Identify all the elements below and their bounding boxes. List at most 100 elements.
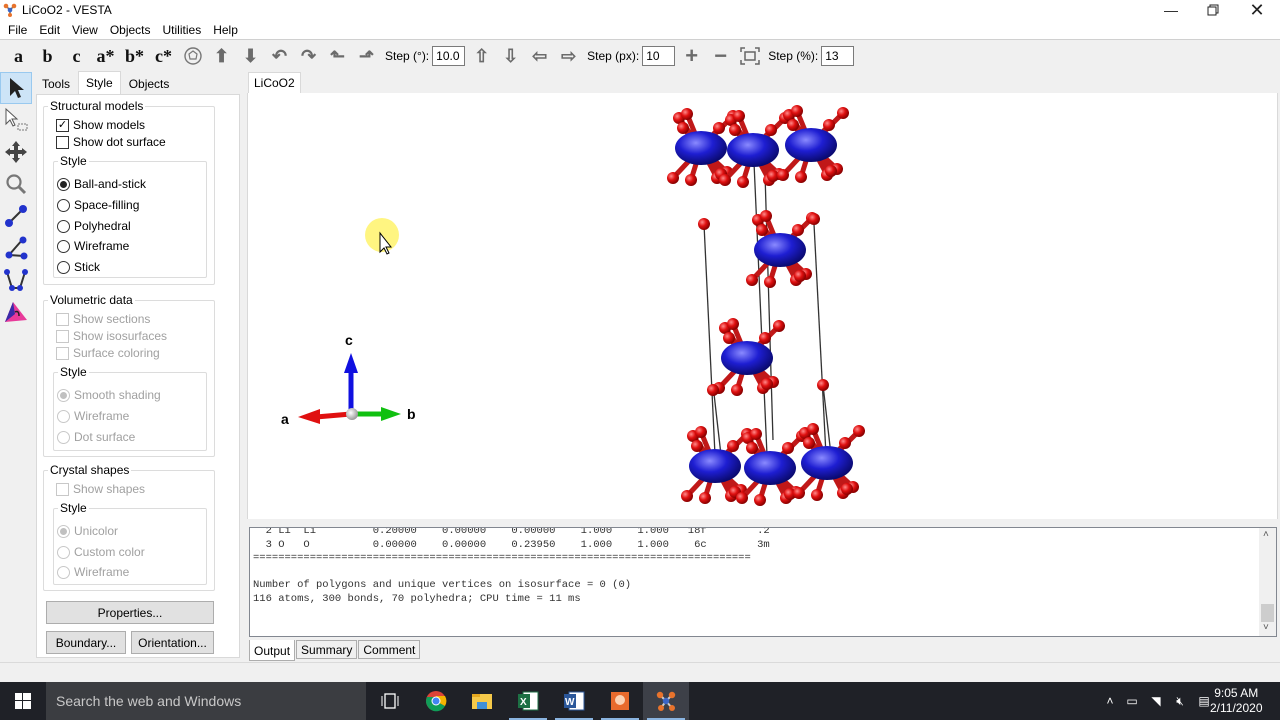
bond-length-icon (5, 205, 27, 227)
step-deg-input[interactable] (432, 46, 466, 66)
checkbox-checked[interactable]: ✓ (56, 118, 69, 132)
properties-button[interactable]: Properties... (46, 601, 214, 624)
show-models-checkbox[interactable]: ✓ Show models (56, 118, 145, 132)
menu-file[interactable]: File (2, 23, 33, 37)
rotate-up-button[interactable]: ⬆ (207, 44, 236, 68)
checkbox-unchecked[interactable] (56, 135, 69, 149)
select-region-tool-button[interactable] (0, 104, 32, 136)
radio-custom-color[interactable]: Custom color (57, 545, 145, 559)
taskbar-search-box[interactable]: Search the web and Windows (46, 682, 366, 720)
boundary-button[interactable]: Boundary... (46, 631, 126, 654)
output-scrollbar[interactable]: ˄ ˅ (1259, 528, 1276, 636)
show-isosurfaces-checkbox[interactable]: Show isosurfaces (56, 329, 167, 343)
tab-style[interactable]: Style (78, 71, 121, 94)
oxygen-atom (727, 318, 739, 330)
view-along-a-star-button[interactable]: a* (91, 46, 120, 67)
zoom-in-button[interactable]: + (677, 43, 706, 68)
lattice-plane-tool-button[interactable] (0, 296, 32, 328)
radio-polyhedral[interactable]: Polyhedral (57, 219, 131, 233)
radio-space-filling[interactable]: Space-filling (57, 198, 139, 212)
menu-bar: File Edit View Objects Utilities Help (0, 20, 1280, 40)
tab-objects[interactable]: Objects (121, 73, 178, 94)
start-button[interactable] (0, 682, 46, 720)
radio-unicolor[interactable]: Unicolor (57, 524, 118, 538)
tab-output[interactable]: Output (249, 640, 296, 661)
show-shapes-checkbox[interactable]: Show shapes (56, 482, 145, 496)
menu-objects[interactable]: Objects (104, 23, 157, 37)
view-along-a-button[interactable]: a (4, 46, 33, 67)
rotate-cw-icon: ⬏ (358, 45, 375, 66)
view-along-b-button[interactable]: b (33, 46, 62, 67)
select-tool-button[interactable] (0, 72, 32, 104)
menu-utilities[interactable]: Utilities (157, 23, 208, 37)
translate-left-button[interactable]: ⇦ (525, 44, 554, 68)
orientation-button[interactable]: Orientation... (131, 631, 214, 654)
tab-tools[interactable]: Tools (34, 73, 78, 94)
magnify-tool-button[interactable] (0, 168, 32, 200)
show-hidden-icons-button[interactable]: ˄ (1100, 694, 1120, 708)
step-px-input[interactable] (642, 46, 676, 66)
crystal-structure-render[interactable]: c a b (248, 93, 1279, 519)
output-scroll-up-icon[interactable]: ˄ (1263, 529, 1269, 540)
restore-button[interactable] (1190, 0, 1236, 20)
taskbar-file-explorer[interactable] (459, 682, 505, 720)
b-axis-label: b (407, 406, 416, 422)
surface-coloring-checkbox[interactable]: Surface coloring (56, 346, 160, 360)
rotate-cw-button[interactable]: ⬏ (352, 44, 381, 68)
dihedral-tool-button[interactable] (0, 264, 32, 296)
distance-tool-button[interactable] (0, 200, 32, 232)
zoom-out-button[interactable]: − (706, 43, 735, 68)
taskbar-clock[interactable]: 9:05 AM 2/11/2020 (1210, 686, 1263, 716)
taskbar-vesta[interactable] (643, 682, 689, 720)
step-pct-input[interactable] (821, 46, 855, 66)
radio-ball-and-stick[interactable]: Ball-and-stick (57, 177, 146, 191)
oxygen-atom (777, 169, 789, 181)
radio-shape-wireframe[interactable]: Wireframe (57, 565, 129, 579)
menu-help[interactable]: Help (207, 23, 244, 37)
show-dot-surface-checkbox[interactable]: Show dot surface (56, 135, 166, 149)
oxygen-atom (707, 384, 719, 396)
output-scroll-thumb[interactable] (1261, 604, 1274, 622)
output-scroll-down-icon[interactable]: ˅ (1263, 622, 1269, 633)
translate-down-button[interactable]: ⇩ (496, 44, 525, 68)
radio-wireframe[interactable]: Wireframe (57, 239, 129, 253)
view-along-b-star-button[interactable]: b* (120, 46, 149, 67)
rotate-down-button[interactable]: ⬇ (236, 44, 265, 68)
taskbar-chrome[interactable] (413, 682, 459, 720)
task-view-button[interactable] (367, 682, 413, 720)
radio-smooth-shading[interactable]: Smooth shading (57, 388, 161, 402)
close-button[interactable]: ✕ (1234, 0, 1280, 20)
menu-edit[interactable]: Edit (33, 23, 66, 37)
volume-muted-icon[interactable]: 🔇︎ (1168, 694, 1192, 709)
fit-to-screen-button[interactable] (735, 44, 764, 68)
taskbar-word[interactable]: W (551, 682, 597, 720)
wifi-icon[interactable]: ◥ (1144, 694, 1168, 708)
oxygen-atom (737, 176, 749, 188)
radio-stick[interactable]: Stick (57, 260, 100, 274)
angle-tool-button[interactable] (0, 232, 32, 264)
tab-summary[interactable]: Summary (296, 640, 358, 659)
tab-comment[interactable]: Comment (358, 640, 421, 659)
rotate-left-button[interactable]: ↶ (265, 44, 294, 68)
document-tab[interactable]: LiCoO2 (248, 72, 301, 93)
view-along-c-star-button[interactable]: c* (149, 46, 178, 67)
translate-up-button[interactable]: ⇧ (467, 44, 496, 68)
view-along-c-button[interactable]: c (62, 46, 91, 67)
radio-dot-surface[interactable]: Dot surface (57, 430, 135, 444)
power-icon[interactable]: ▭ (1120, 694, 1144, 708)
output-log[interactable]: 2 Li Li 0.20000 0.00000 0.00000 1.000 1.… (249, 527, 1277, 637)
polyhedral-label: Polyhedral (74, 219, 131, 233)
taskbar-excel[interactable]: X (505, 682, 551, 720)
standard-orientation-button[interactable] (178, 44, 207, 68)
translate-right-button[interactable]: ⇨ (554, 44, 583, 68)
taskbar-powerpoint[interactable] (597, 682, 643, 720)
structure-viewport[interactable]: c a b (247, 93, 1278, 519)
show-sections-checkbox[interactable]: Show sections (56, 312, 150, 326)
translate-tool-button[interactable] (0, 136, 32, 168)
rotate-right-button[interactable]: ↷ (294, 44, 323, 68)
rotate-ccw-button[interactable]: ⬑ (323, 44, 352, 68)
oxygen-atom (793, 487, 805, 499)
minimize-button[interactable]: — (1148, 0, 1194, 20)
radio-vol-wireframe[interactable]: Wireframe (57, 409, 129, 423)
menu-view[interactable]: View (66, 23, 104, 37)
